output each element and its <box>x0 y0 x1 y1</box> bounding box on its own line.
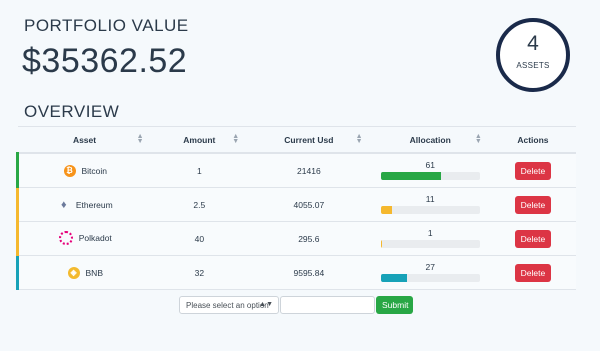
add-asset-form: Please select an option ▲▼ Submit <box>179 296 413 314</box>
table-row: ◈ BNB 32 9595.84 27 Delete <box>15 255 576 290</box>
allocation-bar-fill <box>380 239 382 248</box>
actions-cell: Delete <box>489 153 576 188</box>
delete-button[interactable]: Delete <box>514 195 551 214</box>
sort-icon[interactable]: ▲ ▼ <box>475 133 482 145</box>
sort-icon[interactable]: ▲ ▼ <box>232 133 239 145</box>
bitcoin-icon: ₿ <box>63 164 76 177</box>
portfolio-value: $35362.52 <box>22 42 188 80</box>
column-header-amount[interactable]: Amount ▲ ▼ <box>151 126 248 154</box>
allocation-bar-fill <box>380 205 392 214</box>
delete-button[interactable]: Delete <box>514 263 551 282</box>
asset-cell: ₿ Bitcoin <box>15 153 152 188</box>
column-header-actions: Actions <box>489 126 576 154</box>
asset-cell: Polkadot <box>15 221 152 256</box>
asset-count: 4 <box>527 32 539 55</box>
usd-cell: 295.6 <box>247 221 371 256</box>
asset-cell: ♦ Ethereum <box>15 187 152 222</box>
allocation-value: 11 <box>425 193 435 204</box>
allocation-cell: 1 <box>370 221 490 256</box>
amount-cell: 40 <box>151 221 248 256</box>
column-header-label: Asset <box>72 134 97 145</box>
table-header-row: Asset ▲ ▼ Amount ▲ ▼ Current Usd ▲ ▼ Alloca… <box>17 126 576 154</box>
allocation-value: 1 <box>427 227 433 238</box>
overview-title: OVERVIEW <box>24 102 120 121</box>
actions-cell: Delete <box>489 187 576 222</box>
chevron-up-down-icon: ▲▼ <box>259 301 273 308</box>
asset-cell: ◈ BNB <box>15 255 152 290</box>
submit-button[interactable]: Submit <box>376 296 413 314</box>
asset-select[interactable]: Please select an option ▲▼ <box>179 296 279 314</box>
column-header-asset[interactable]: Asset ▲ ▼ <box>17 126 152 154</box>
usd-cell: 21416 <box>247 153 371 188</box>
actions-cell: Delete <box>489 221 576 256</box>
table-row: Polkadot 40 295.6 1 Delete <box>15 221 576 256</box>
asset-name: BNB <box>85 267 103 278</box>
column-header-current-usd[interactable]: Current Usd ▲ ▼ <box>247 126 371 154</box>
asset-count-label: ASSETS <box>516 61 550 70</box>
sort-icon[interactable]: ▲ ▼ <box>356 133 363 145</box>
asset-select-placeholder: Please select an option <box>186 300 269 310</box>
amount-cell: 32 <box>151 255 248 290</box>
column-header-label: Current Usd <box>284 134 334 145</box>
column-header-label: Amount <box>183 134 216 145</box>
allocation-value: 27 <box>425 261 435 272</box>
usd-cell: 4055.07 <box>247 187 371 222</box>
allocation-value: 61 <box>425 159 435 170</box>
amount-input[interactable] <box>280 296 375 314</box>
allocation-bar <box>380 205 480 214</box>
asset-name: Polkadot <box>78 232 112 243</box>
usd-cell: 9595.84 <box>247 255 371 290</box>
column-header-label: Allocation <box>409 134 451 145</box>
amount-cell: 2.5 <box>151 187 248 222</box>
allocation-bar <box>380 273 480 282</box>
ethereum-icon: ♦ <box>61 198 67 211</box>
portfolio-value-title: PORTFOLIO VALUE <box>24 16 189 35</box>
column-header-label: Actions <box>517 134 549 145</box>
assets-table: Asset ▲ ▼ Amount ▲ ▼ Current Usd ▲ ▼ Alloca… <box>15 126 576 290</box>
sort-icon[interactable]: ▲ ▼ <box>137 133 144 145</box>
allocation-bar-fill <box>380 273 408 282</box>
allocation-bar <box>380 239 480 248</box>
delete-button[interactable]: Delete <box>514 161 551 180</box>
polkadot-icon <box>58 230 73 245</box>
table-row: ₿ Bitcoin 1 21416 61 Delete <box>15 153 576 188</box>
table-row: ♦ Ethereum 2.5 4055.07 11 Delete <box>15 187 576 222</box>
asset-name: Ethereum <box>75 199 113 210</box>
allocation-cell: 11 <box>370 187 490 222</box>
column-header-allocation[interactable]: Allocation ▲ ▼ <box>370 126 490 154</box>
asset-count-badge: 4 ASSETS <box>496 18 570 92</box>
allocation-bar-fill <box>380 171 442 180</box>
asset-name: Bitcoin <box>81 165 108 176</box>
actions-cell: Delete <box>489 255 576 290</box>
allocation-bar <box>380 171 480 180</box>
allocation-cell: 61 <box>370 153 490 188</box>
delete-button[interactable]: Delete <box>514 229 551 248</box>
allocation-cell: 27 <box>370 255 490 290</box>
bnb-icon: ◈ <box>67 266 80 279</box>
amount-cell: 1 <box>151 153 248 188</box>
